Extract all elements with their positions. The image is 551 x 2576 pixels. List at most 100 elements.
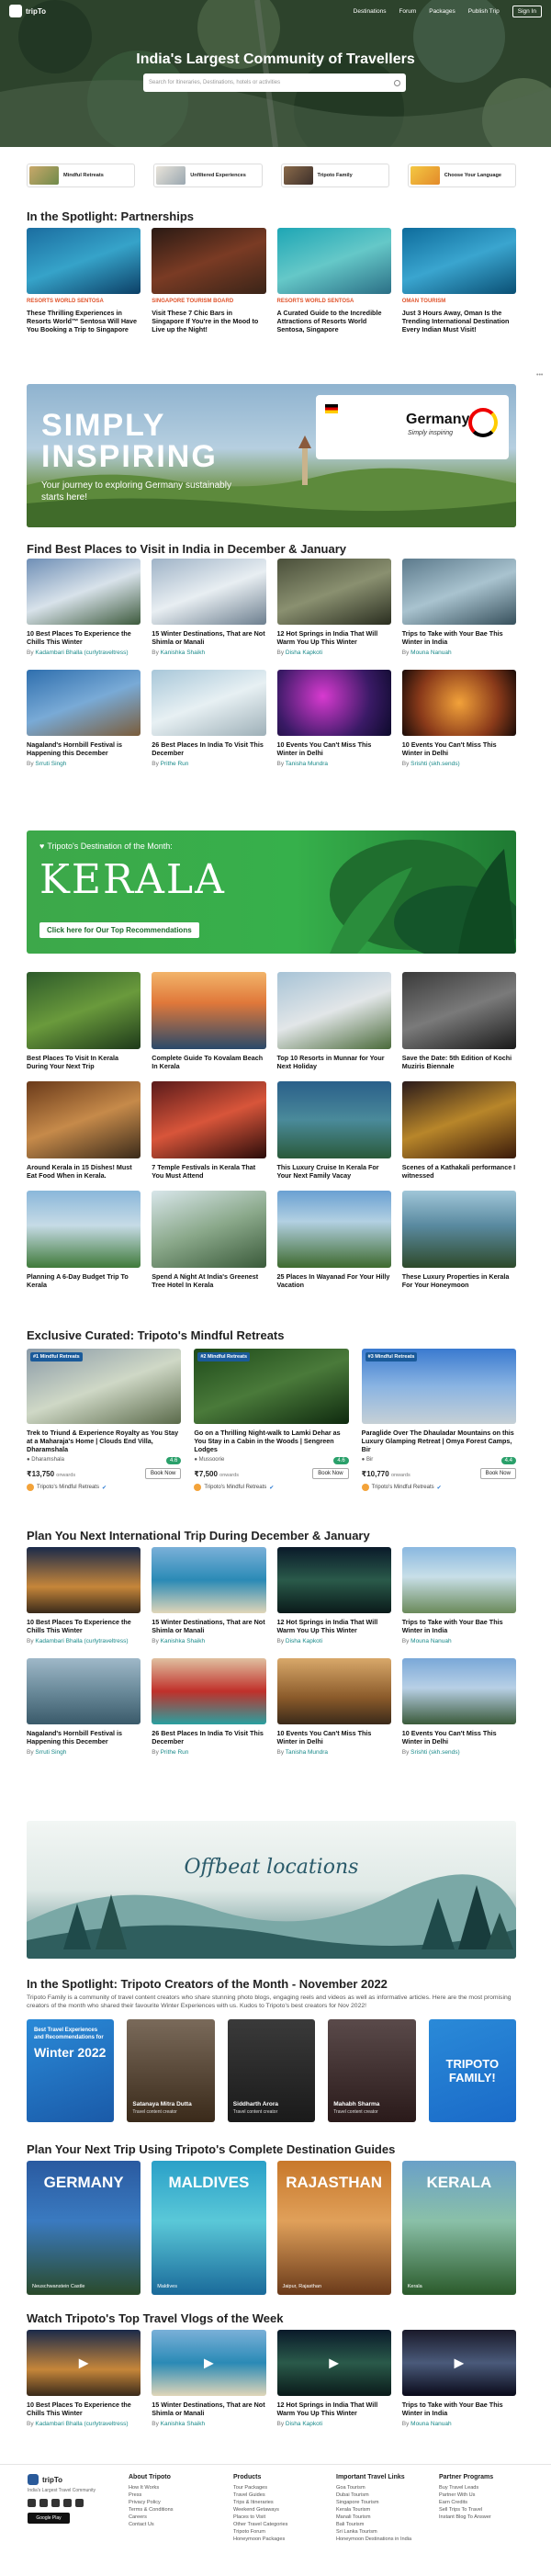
author-link[interactable]: Disha Kapkoti bbox=[286, 1638, 322, 1644]
author-link[interactable]: Srruti Singh bbox=[35, 1749, 66, 1756]
author-link[interactable]: Tanisha Mundra bbox=[286, 761, 328, 767]
hero-search[interactable]: Search for Itineraries, Destinations, ho… bbox=[143, 73, 406, 92]
footer-link[interactable]: Tripoto Forum bbox=[233, 2528, 287, 2536]
creators-intro-card[interactable]: Best Travel Experiences and Recommendati… bbox=[27, 2019, 115, 2122]
guide-card[interactable]: KERALA Kerala bbox=[401, 2161, 516, 2295]
kerala-banner[interactable]: ♥ Tripoto's Destination of the Month: KE… bbox=[27, 830, 516, 954]
author-link[interactable]: Kanishka Shaikh bbox=[161, 2421, 205, 2427]
author-link[interactable]: Mouna Nanuah bbox=[410, 1638, 451, 1644]
article-card[interactable]: Planning A 6-Day Budget Trip To Kerala bbox=[27, 1191, 141, 1289]
article-card[interactable]: 12 Hot Springs in India That Will Warm Y… bbox=[276, 559, 391, 657]
article-card[interactable]: Nagaland's Hornbill Festival is Happenin… bbox=[27, 670, 141, 768]
sign-in-button[interactable]: Sign In bbox=[512, 5, 542, 17]
author-link[interactable]: Kadambari Bhalla (curlytraveltress) bbox=[35, 2421, 128, 2427]
article-card[interactable]: 15 Winter Destinations, That are Not Shi… bbox=[152, 559, 266, 657]
footer-link[interactable]: Partner With Us bbox=[439, 2491, 493, 2499]
vlog-card[interactable]: ▶ 15 Winter Destinations, That are Not Sh… bbox=[152, 2330, 266, 2428]
article-card[interactable]: Around Kerala in 15 Dishes! Must Eat Foo… bbox=[27, 1081, 141, 1180]
facebook-icon[interactable] bbox=[28, 2499, 36, 2507]
youtube-icon[interactable] bbox=[63, 2499, 72, 2507]
tripoto-family-card[interactable]: TRIPOTO FAMILY! bbox=[428, 2019, 516, 2122]
chip-choose-language[interactable]: Choose Your Language bbox=[407, 164, 516, 187]
author-link[interactable]: Disha Kapkoti bbox=[286, 2421, 322, 2427]
retreat-card[interactable]: #2 Mindful Retreats Go on a Thrilling Ni… bbox=[194, 1349, 349, 1491]
germany-banner[interactable]: SIMPLY INSPIRING Your journey to explori… bbox=[27, 384, 516, 527]
article-card[interactable]: Spend A Night At India's Greenest Tree H… bbox=[152, 1191, 266, 1289]
article-card[interactable]: 10 Events You Can't Miss This Winter in … bbox=[276, 1658, 391, 1757]
article-card[interactable]: 25 Places In Wayanad For Your Hilly Vaca… bbox=[276, 1191, 391, 1289]
article-card[interactable]: Best Places To Visit In Kerala During Yo… bbox=[27, 972, 141, 1070]
retreat-card[interactable]: #1 Mindful Retreats Trek to Triund & Exp… bbox=[27, 1349, 182, 1491]
retreat-card[interactable]: #3 Mindful Retreats Paraglide Over The D… bbox=[361, 1349, 516, 1491]
footer-link[interactable]: Weekend Getaways bbox=[233, 2506, 287, 2514]
footer-link[interactable]: Honeymoon Destinations in India bbox=[336, 2536, 411, 2543]
partner-card[interactable]: Resorts World Sentosa A Curated Guide to… bbox=[276, 228, 391, 333]
footer-link[interactable]: Singapore Tourism bbox=[336, 2499, 411, 2506]
creator-card[interactable]: Mahabh Sharma Travel content creator bbox=[328, 2019, 416, 2122]
footer-link[interactable]: How It Works bbox=[129, 2484, 174, 2491]
footer-link[interactable]: Sell Trips To Travel bbox=[439, 2506, 493, 2514]
article-card[interactable]: Complete Guide To Kovalam Beach In Keral… bbox=[152, 972, 266, 1070]
partner-card[interactable]: Oman Tourism Just 3 Hours Away, Oman Is … bbox=[401, 228, 516, 333]
kerala-cta-button[interactable]: Click here for Our Top Recommendations bbox=[39, 922, 199, 938]
footer-link[interactable]: Honeymoon Packages bbox=[233, 2536, 287, 2543]
article-card[interactable]: 10 Events You Can't Miss This Winter in … bbox=[276, 670, 391, 768]
article-card[interactable]: Nagaland's Hornbill Festival is Happenin… bbox=[27, 1658, 141, 1757]
article-card[interactable]: 10 Best Places To Experience the Chills … bbox=[27, 559, 141, 657]
article-card[interactable]: 15 Winter Destinations, That are Not Shi… bbox=[152, 1547, 266, 1645]
guide-card[interactable]: GERMANY Neuschwanstein Castle bbox=[27, 2161, 141, 2295]
footer-link[interactable]: Sri Lanka Tourism bbox=[336, 2528, 411, 2536]
footer-link[interactable]: Instant Blog To Answer bbox=[439, 2514, 493, 2521]
twitter-icon[interactable] bbox=[51, 2499, 60, 2507]
chip-tripoto-family[interactable]: Tripoto Family bbox=[280, 164, 389, 187]
article-card[interactable]: Scenes of a Kathakali performance I witn… bbox=[401, 1081, 516, 1180]
partner-card[interactable]: Singapore Tourism Board Visit These 7 Ch… bbox=[152, 228, 266, 333]
author-link[interactable]: Disha Kapkoti bbox=[286, 650, 322, 656]
article-card[interactable]: These Luxury Properties in Kerala For Yo… bbox=[401, 1191, 516, 1289]
footer-link[interactable]: Manali Tourism bbox=[336, 2514, 411, 2521]
author-link[interactable]: Prithe Run bbox=[161, 761, 189, 767]
footer-link[interactable]: Trips & Itineraries bbox=[233, 2499, 287, 2506]
footer-link[interactable]: Careers bbox=[129, 2514, 174, 2521]
nav-packages[interactable]: Packages bbox=[429, 8, 455, 15]
vlog-card[interactable]: ▶ 10 Best Places To Experience the Chills… bbox=[27, 2330, 141, 2428]
footer-link[interactable]: Places to Visit bbox=[233, 2514, 287, 2521]
footer-link[interactable]: Kerala Tourism bbox=[336, 2506, 411, 2514]
footer-link[interactable]: Tour Packages bbox=[233, 2484, 287, 2491]
brand-logo[interactable]: tripTo bbox=[9, 5, 46, 17]
nav-publish-trip[interactable]: Publish Trip bbox=[468, 8, 500, 15]
author-link[interactable]: Kanishka Shaikh bbox=[161, 1638, 205, 1644]
article-card[interactable]: Trips to Take with Your Bae This Winter … bbox=[401, 1547, 516, 1645]
author-link[interactable]: Kadambari Bhalla (curlytraveltress) bbox=[35, 650, 128, 656]
creator-card[interactable]: Satanaya Mitra Dutta Travel content crea… bbox=[127, 2019, 215, 2122]
footer-link[interactable]: Press bbox=[129, 2491, 174, 2499]
vlog-card[interactable]: ▶ 12 Hot Springs in India That Will Warm … bbox=[276, 2330, 391, 2428]
author-link[interactable]: Kadambari Bhalla (curlytraveltress) bbox=[35, 1638, 128, 1644]
partner-card[interactable]: Resorts World Sentosa These Thrilling Ex… bbox=[27, 228, 141, 333]
google-play-badge[interactable]: Google Play bbox=[28, 2513, 70, 2524]
article-card[interactable]: Trips to Take with Your Bae This Winter … bbox=[401, 559, 516, 657]
article-card[interactable]: 10 Events You Can't Miss This Winter in … bbox=[401, 670, 516, 768]
nav-destinations[interactable]: Destinations bbox=[354, 8, 387, 15]
article-card[interactable]: 10 Best Places To Experience the Chills … bbox=[27, 1547, 141, 1645]
carousel-dots[interactable]: ••• bbox=[536, 372, 543, 378]
guide-card[interactable]: RAJASTHAN Jaipur, Rajasthan bbox=[276, 2161, 391, 2295]
article-card[interactable]: 7 Temple Festivals in Kerala That You Mu… bbox=[152, 1081, 266, 1180]
footer-link[interactable]: Terms & Conditions bbox=[129, 2506, 174, 2514]
author-link[interactable]: Mouna Nanuah bbox=[410, 650, 451, 656]
footer-link[interactable]: Bali Tourism bbox=[336, 2521, 411, 2528]
footer-link[interactable]: Dubai Tourism bbox=[336, 2491, 411, 2499]
article-card[interactable]: Top 10 Resorts in Munnar for Your Next H… bbox=[276, 972, 391, 1070]
book-now-button[interactable]: Book Now bbox=[479, 1468, 516, 1479]
author-link[interactable]: Mouna Nanuah bbox=[410, 2421, 451, 2427]
author-link[interactable]: Srishti (skh.sends) bbox=[410, 761, 459, 767]
linkedin-icon[interactable] bbox=[75, 2499, 84, 2507]
article-card[interactable]: 26 Best Places In India To Visit This De… bbox=[152, 1658, 266, 1757]
footer-link[interactable]: Goa Tourism bbox=[336, 2484, 411, 2491]
footer-link[interactable]: Privacy Policy bbox=[129, 2499, 174, 2506]
article-card[interactable]: This Luxury Cruise In Kerala For Your Ne… bbox=[276, 1081, 391, 1180]
footer-link[interactable]: Buy Travel Leads bbox=[439, 2484, 493, 2491]
chip-mindful-retreats[interactable]: Mindful Retreats bbox=[27, 164, 136, 187]
author-link[interactable]: Tanisha Mundra bbox=[286, 1749, 328, 1756]
article-card[interactable]: 12 Hot Springs in India That Will Warm Y… bbox=[276, 1547, 391, 1645]
